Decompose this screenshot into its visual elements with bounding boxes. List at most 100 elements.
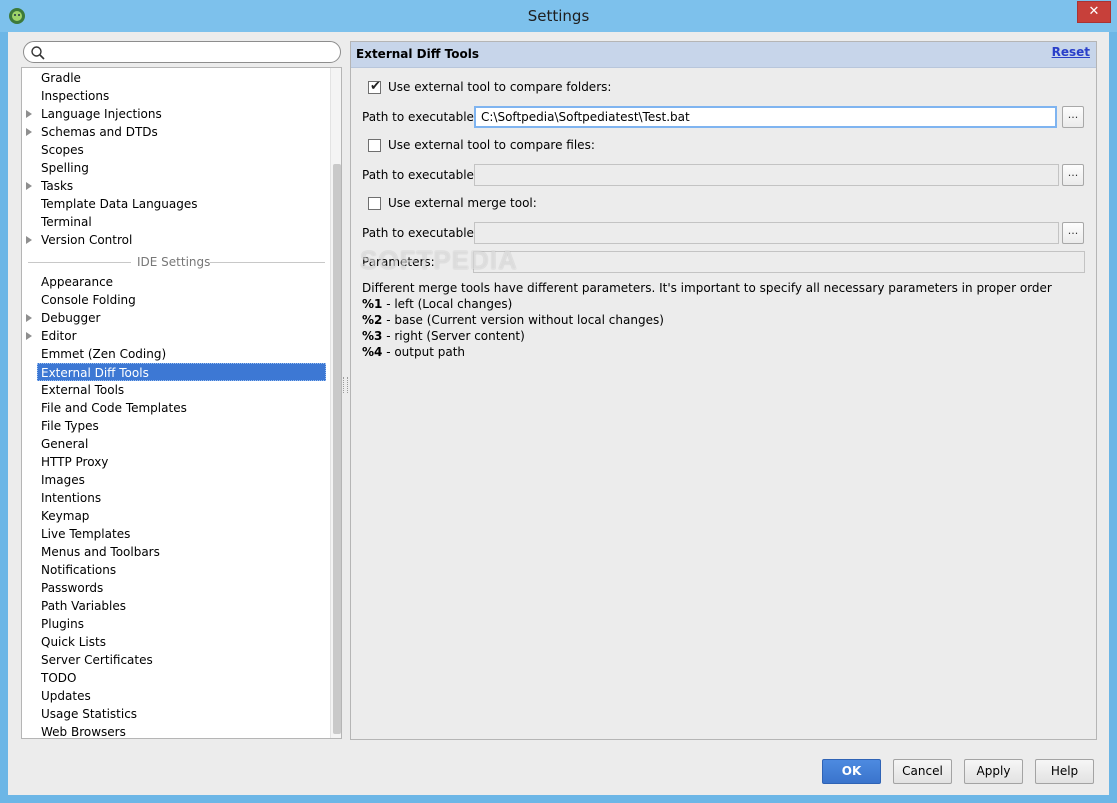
splitter-handle[interactable]: [343, 377, 348, 393]
tree-item[interactable]: Template Data Languages: [22, 195, 328, 213]
tree-item[interactable]: Language Injections: [22, 105, 328, 123]
close-icon: ✕: [1088, 4, 1100, 19]
close-button[interactable]: ✕: [1077, 1, 1111, 23]
title-bar: Settings ✕: [0, 0, 1117, 32]
tree-item[interactable]: Tasks: [22, 177, 328, 195]
folders-path-input[interactable]: C:\Softpedia\Softpediatest\Test.bat: [474, 106, 1057, 128]
tree-item[interactable]: File and Code Templates: [22, 399, 328, 417]
param-text: - left (Local changes): [382, 297, 513, 311]
divider: [210, 262, 325, 263]
tree-item[interactable]: Passwords: [22, 579, 328, 597]
tree-item[interactable]: Console Folding: [22, 291, 328, 309]
tree-item-label: File Types: [41, 419, 99, 433]
tree-item[interactable]: Emmet (Zen Coding): [22, 345, 328, 363]
expand-arrow-icon[interactable]: [26, 314, 32, 322]
tree-item[interactable]: Quick Lists: [22, 633, 328, 651]
tree-item[interactable]: Terminal: [22, 213, 328, 231]
tree-item[interactable]: Notifications: [22, 561, 328, 579]
divider: [28, 262, 131, 263]
tree-item-label: Web Browsers: [41, 725, 126, 739]
expand-arrow-icon[interactable]: [26, 110, 32, 118]
expand-arrow-icon[interactable]: [26, 182, 32, 190]
parameters-input[interactable]: [473, 251, 1085, 273]
merge-param-item: %4 - output path: [362, 344, 465, 360]
tree-item-label: Intentions: [41, 491, 102, 505]
ok-button[interactable]: OK: [822, 759, 881, 784]
tree-item[interactable]: Version Control: [22, 231, 328, 249]
tree-item[interactable]: Web Browsers: [22, 723, 328, 739]
tree-item-label: Images: [41, 473, 85, 487]
merge-tool-checkbox[interactable]: [368, 197, 381, 210]
search-input[interactable]: [48, 44, 337, 62]
tree-item[interactable]: Gradle: [22, 69, 328, 87]
reset-link[interactable]: Reset: [1052, 45, 1090, 59]
tree-item[interactable]: Debugger: [22, 309, 328, 327]
tree-item[interactable]: TODO: [22, 669, 328, 687]
tree-item[interactable]: Appearance: [22, 273, 328, 291]
merge-param-item: %3 - right (Server content): [362, 328, 525, 344]
tree-item[interactable]: External Diff Tools: [22, 363, 328, 381]
tree-item-label: External Diff Tools: [37, 363, 326, 381]
tree-item-label: Tasks: [41, 179, 74, 193]
tree-item-label: Usage Statistics: [41, 707, 138, 721]
tree-item-label: TODO: [41, 671, 77, 685]
tree-item-label: Template Data Languages: [41, 197, 198, 211]
expand-arrow-icon[interactable]: [26, 236, 32, 244]
tree-item-label: Console Folding: [41, 293, 136, 307]
scrollbar-thumb[interactable]: [333, 164, 341, 734]
tree-item[interactable]: Updates: [22, 687, 328, 705]
files-browse-button[interactable]: ...: [1062, 164, 1084, 186]
compare-files-label: Use external tool to compare files:: [388, 138, 595, 152]
panel-header: External Diff Tools Reset: [351, 42, 1096, 68]
tree-item[interactable]: External Tools: [22, 381, 328, 399]
search-icon: [31, 46, 45, 60]
help-button[interactable]: Help: [1035, 759, 1094, 784]
tree-item[interactable]: Spelling: [22, 159, 328, 177]
param-text: - output path: [382, 345, 466, 359]
tree-item[interactable]: Menus and Toolbars: [22, 543, 328, 561]
tree-item[interactable]: Plugins: [22, 615, 328, 633]
tree-item[interactable]: File Types: [22, 417, 328, 435]
tree-item-label: Live Templates: [41, 527, 131, 541]
tree-item[interactable]: Keymap: [22, 507, 328, 525]
external-diff-tools-panel: External Diff Tools Reset ✔ Use external…: [350, 41, 1097, 740]
tree-item[interactable]: Intentions: [22, 489, 328, 507]
tree-item[interactable]: Inspections: [22, 87, 328, 105]
tree-item-label: Language Injections: [41, 107, 162, 121]
tree-item[interactable]: Path Variables: [22, 597, 328, 615]
expand-arrow-icon[interactable]: [26, 332, 32, 340]
tree-item-label: Version Control: [41, 233, 133, 247]
tree-item[interactable]: Schemas and DTDs: [22, 123, 328, 141]
param-text: - right (Server content): [382, 329, 525, 343]
merge-path-input[interactable]: [474, 222, 1059, 244]
tree-item[interactable]: Scopes: [22, 141, 328, 159]
apply-button[interactable]: Apply: [964, 759, 1023, 784]
tree-scrollbar[interactable]: [330, 68, 341, 738]
tree-item[interactable]: Images: [22, 471, 328, 489]
compare-folders-checkbox[interactable]: ✔: [368, 79, 381, 94]
tree-item-label: Schemas and DTDs: [41, 125, 158, 139]
tree-item[interactable]: Editor: [22, 327, 328, 345]
tree-item-label: External Tools: [41, 383, 125, 397]
cancel-button[interactable]: Cancel: [893, 759, 952, 784]
tree-item-label: Keymap: [41, 509, 90, 523]
param-text: - base (Current version without local ch…: [382, 313, 664, 327]
tree-item[interactable]: Server Certificates: [22, 651, 328, 669]
folders-browse-button[interactable]: ...: [1062, 106, 1084, 128]
tree-item-label: Emmet (Zen Coding): [41, 347, 167, 361]
tree-item-label: Notifications: [41, 563, 117, 577]
tree-item[interactable]: HTTP Proxy: [22, 453, 328, 471]
merge-browse-button[interactable]: ...: [1062, 222, 1084, 244]
settings-tree: Gradle Inspections Language Injections Sche…: [21, 67, 342, 739]
tree-item-label: Inspections: [41, 89, 110, 103]
param-key: %4: [362, 345, 383, 359]
tree-item[interactable]: Usage Statistics: [22, 705, 328, 723]
tree-item-label: Passwords: [41, 581, 104, 595]
panel-title: External Diff Tools: [356, 47, 479, 61]
tree-item[interactable]: General: [22, 435, 328, 453]
files-path-input[interactable]: [474, 164, 1059, 186]
expand-arrow-icon[interactable]: [26, 128, 32, 136]
compare-files-checkbox[interactable]: [368, 139, 381, 152]
tree-item[interactable]: Live Templates: [22, 525, 328, 543]
search-box[interactable]: [23, 41, 341, 63]
